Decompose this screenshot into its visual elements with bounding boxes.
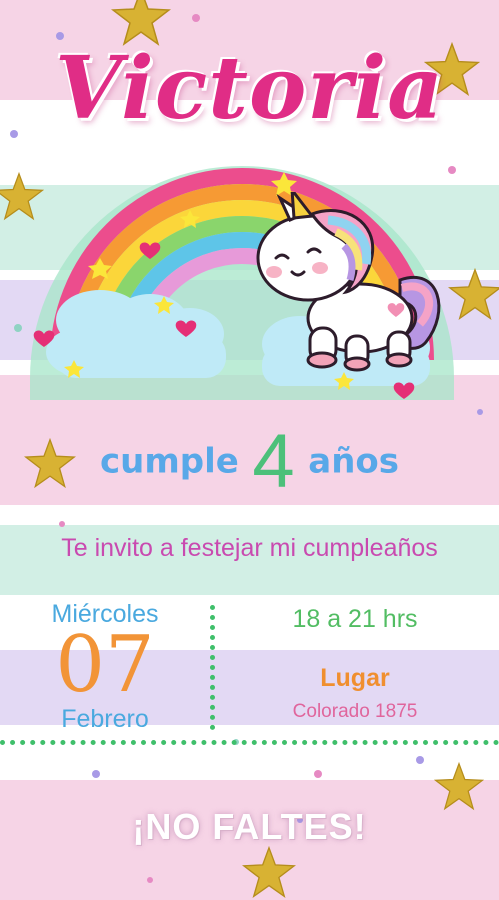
age-line: cumple 4 años xyxy=(0,418,499,505)
details-block: 18 a 21 hrs Lugar Colorado 1875 xyxy=(240,605,470,723)
closing-message: ¡NO FALTES! xyxy=(132,806,367,847)
horizontal-dotted-divider xyxy=(0,740,499,745)
age-prefix: cumple xyxy=(99,441,239,482)
event-time: 18 a 21 hrs xyxy=(292,605,418,633)
place-address: Colorado 1875 xyxy=(292,701,418,722)
day-number: 07 xyxy=(55,620,155,710)
place-label: Lugar xyxy=(320,664,390,692)
invite-text: Te invito a festejar mi cumpleaños xyxy=(61,534,438,562)
gold-star-icon xyxy=(242,846,296,899)
age-suffix: años xyxy=(308,441,400,482)
date-block: Miércoles 07 Febrero xyxy=(30,600,180,734)
child-name: Victoria xyxy=(54,38,445,139)
invitation-card: Victoria cumple 4 años Te invito a feste… xyxy=(0,0,499,900)
month: Febrero xyxy=(61,705,149,733)
vertical-dotted-divider xyxy=(210,605,215,730)
gold-star-icon xyxy=(434,762,484,811)
unicorn-illustration xyxy=(256,192,441,372)
age-number: 4 xyxy=(252,419,295,504)
